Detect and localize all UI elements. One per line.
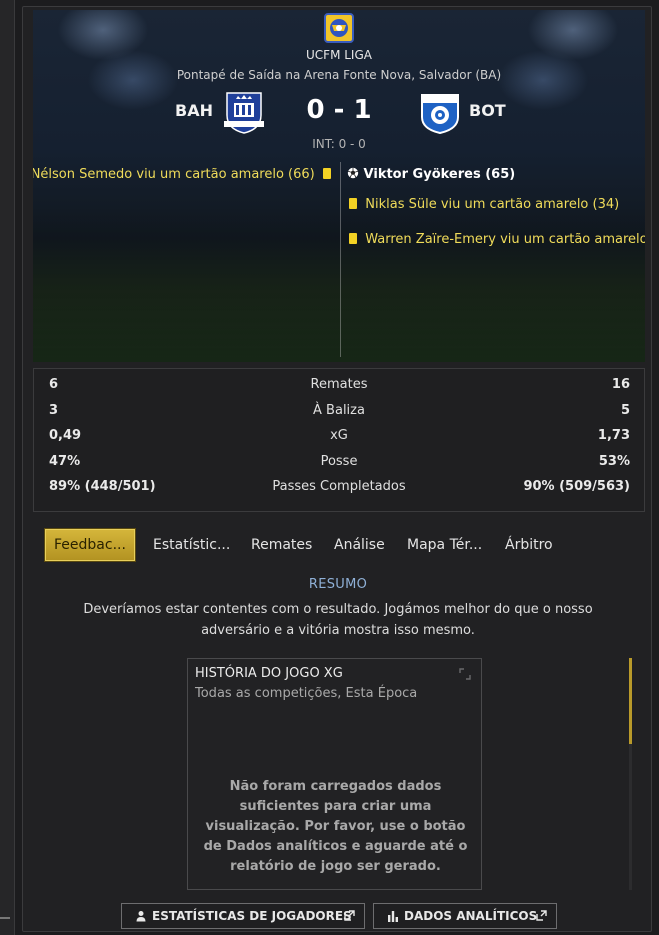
widget-title: HISTÓRIA DO JOGO XG xyxy=(195,666,343,681)
event-text: Viktor Gyökeres (65) xyxy=(363,167,516,182)
stat-label: Posse xyxy=(320,454,358,469)
xg-match-story-widget: HISTÓRIA DO JOGO XG Todas as competições… xyxy=(187,658,482,890)
event-text: Warren Zaïre-Emery viu um cartão amarelo xyxy=(365,232,645,247)
stat-row-passes: 89% (448/501) Passes Completados 90% (50… xyxy=(34,479,644,499)
player-stats-label: ESTATÍSTICAS DE JOGADORES xyxy=(152,909,352,923)
stat-label: Remates xyxy=(310,377,368,392)
tab-feedback[interactable]: Feedbac... xyxy=(45,529,135,561)
match-header: UCFM LIGA Pontapé de Saída na Arena Font… xyxy=(33,10,645,362)
stat-away-value: 5 xyxy=(620,403,630,418)
side-panel-edge xyxy=(0,0,15,935)
content-scrollbar[interactable] xyxy=(629,658,632,890)
tab-referee[interactable]: Árbitro xyxy=(505,529,553,561)
summary-title: RESUMO xyxy=(308,577,368,592)
event-text: Nélson Semedo viu um cartão amarelo (66) xyxy=(33,167,315,182)
stat-away-value: 90% (509/563) xyxy=(523,479,630,494)
match-stats-table: 6 Remates 16 3 À Baliza 5 0,49 xG 1,73 4… xyxy=(33,368,645,512)
stat-row-shots: 6 Remates 16 xyxy=(34,377,644,397)
no-data-message: Não foram carregados dados suficientes p… xyxy=(203,779,468,874)
yellow-card-icon xyxy=(349,198,357,209)
widget-subtitle: Todas as competições, Esta Época xyxy=(195,686,418,701)
stat-away-value: 1,73 xyxy=(597,428,630,443)
football-icon xyxy=(347,167,359,179)
league-logo-icon xyxy=(324,13,354,43)
tab-shots[interactable]: Remates xyxy=(251,529,312,561)
events-divider xyxy=(340,162,341,357)
stat-label: xG xyxy=(330,428,348,443)
league-name: UCFM LIGA xyxy=(306,48,372,62)
stat-away-value: 53% xyxy=(598,454,630,469)
stat-label: À Baliza xyxy=(313,403,365,418)
summary-text: Deveríamos estar contentes com o resulta… xyxy=(83,602,593,638)
venue-text: Pontapé de Saída na Arena Fonte Nova, Sa… xyxy=(176,68,502,82)
away-event-goal: Viktor Gyökeres (65) xyxy=(347,167,515,182)
player-stats-button[interactable]: ESTATÍSTICAS DE JOGADORES xyxy=(121,903,365,929)
side-panel-tick xyxy=(0,917,10,919)
stat-row-on-target: 3 À Baliza 5 xyxy=(34,403,644,423)
analytics-label: DADOS ANALÍTICOS xyxy=(404,909,538,923)
tab-analysis[interactable]: Análise xyxy=(334,529,385,561)
stat-row-possession: 47% Posse 53% xyxy=(34,454,644,474)
bar-chart-icon xyxy=(388,911,398,922)
analytics-button[interactable]: DADOS ANALÍTICOS xyxy=(373,903,557,929)
match-report-panel: UCFM LIGA Pontapé de Saída na Arena Font… xyxy=(22,6,652,932)
event-text: Niklas Süle viu um cartão amarelo (34) xyxy=(365,197,620,212)
scrollbar-thumb[interactable] xyxy=(629,658,632,744)
stat-row-xg: 0,49 xG 1,73 xyxy=(34,428,644,448)
tab-heat-map[interactable]: Mapa Tér... xyxy=(407,529,482,561)
open-external-icon xyxy=(344,910,355,921)
tab-statistics[interactable]: Estatístic... xyxy=(153,529,230,561)
person-icon xyxy=(136,911,146,922)
yellow-card-icon xyxy=(349,233,357,244)
expand-icon[interactable] xyxy=(459,668,471,680)
away-event-yellow-card: Warren Zaïre-Emery viu um cartão amarelo xyxy=(349,232,645,247)
away-team-abbr[interactable]: BOT xyxy=(469,101,506,120)
away-team-crest-icon[interactable] xyxy=(419,89,461,135)
open-external-icon xyxy=(536,910,547,921)
stat-away-value: 16 xyxy=(611,377,630,392)
yellow-card-icon xyxy=(323,168,331,179)
away-event-yellow-card: Niklas Süle viu um cartão amarelo (34) xyxy=(349,197,619,212)
home-event-yellow-card: Nélson Semedo viu um cartão amarelo (66) xyxy=(33,167,331,182)
halftime-score: INT: 0 - 0 xyxy=(312,137,366,151)
score: 0 - 1 xyxy=(306,95,372,125)
